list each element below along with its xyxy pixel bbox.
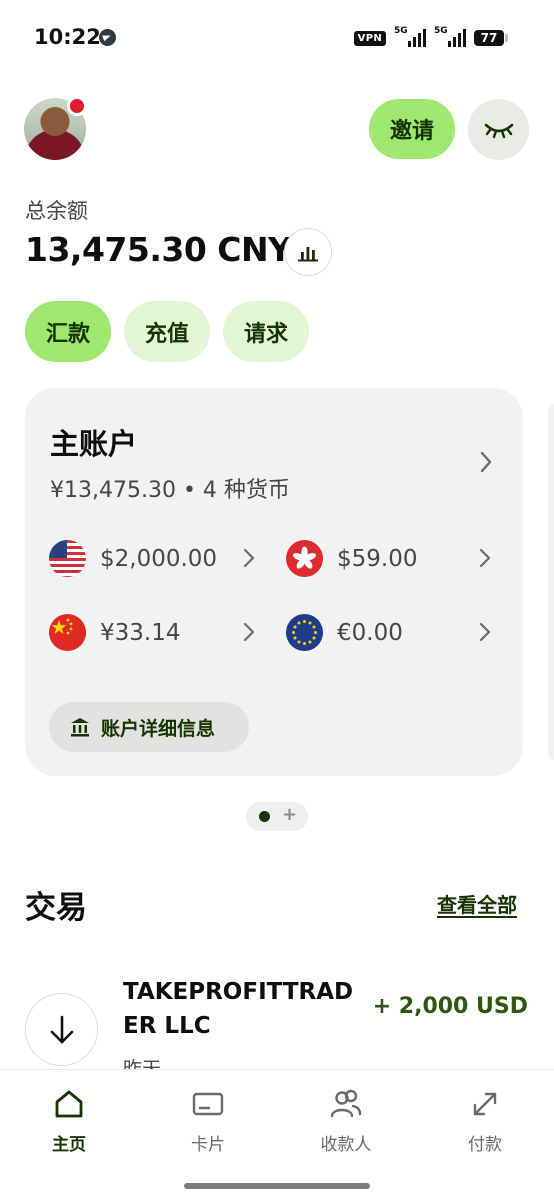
status-indicators: VPN 5G 5G 77 bbox=[353, 26, 508, 49]
nav-cards[interactable]: 卡片 bbox=[148, 1088, 268, 1155]
currency-cny[interactable]: ¥33.14 bbox=[49, 614, 180, 651]
signal-icon: 5G bbox=[394, 26, 426, 49]
bottom-nav: 主页 卡片 收款人 付款 bbox=[0, 1069, 554, 1200]
invite-button[interactable]: 邀请 bbox=[369, 99, 455, 159]
nav-label: 主页 bbox=[52, 1135, 86, 1155]
payments-icon bbox=[473, 1092, 497, 1116]
currency-eur[interactable]: €0.00 bbox=[286, 614, 403, 651]
transaction-date: 昨天 bbox=[123, 1058, 162, 1069]
hide-balance-button[interactable] bbox=[468, 99, 529, 160]
card-pager[interactable]: + bbox=[246, 802, 308, 831]
bar-chart-icon bbox=[298, 247, 318, 262]
nav-label: 付款 bbox=[468, 1135, 502, 1155]
notification-dot bbox=[67, 96, 87, 116]
eu-flag-icon bbox=[286, 614, 323, 651]
add-account-icon[interactable]: + bbox=[282, 804, 297, 825]
eye-closed-icon bbox=[484, 123, 513, 138]
chevron-right-icon bbox=[479, 548, 491, 568]
chevron-right-icon bbox=[243, 622, 255, 642]
arrow-down-icon bbox=[50, 1015, 73, 1043]
nav-label: 收款人 bbox=[320, 1135, 372, 1155]
status-bar: 10:22 VPN 5G 5G 77 bbox=[0, 0, 554, 75]
next-account-card[interactable] bbox=[548, 404, 554, 760]
card-icon bbox=[192, 1092, 224, 1116]
cn-flag-icon bbox=[49, 614, 86, 651]
account-title: 主账户 bbox=[50, 427, 138, 461]
signal-icon: 5G bbox=[434, 26, 466, 49]
recipients-icon bbox=[330, 1089, 362, 1118]
nav-label: 卡片 bbox=[191, 1135, 225, 1155]
bank-icon bbox=[71, 718, 89, 737]
chevron-right-icon bbox=[480, 451, 492, 473]
transaction-amount: + 2,000 USD bbox=[372, 994, 528, 1019]
home-icon bbox=[55, 1090, 83, 1118]
transaction-icon bbox=[25, 993, 98, 1066]
nav-home[interactable]: 主页 bbox=[9, 1088, 129, 1155]
pager-dot-active bbox=[259, 811, 270, 822]
currency-usd[interactable]: $2,000.00 bbox=[49, 540, 217, 577]
currency-amount: $2,000.00 bbox=[100, 545, 218, 572]
main-account-card[interactable]: 主账户 ¥13,475.30 • 4 种货币 $2,000.00 $59.00 … bbox=[25, 388, 523, 776]
transactions-title: 交易 bbox=[25, 890, 87, 926]
currency-amount: ¥33.14 bbox=[100, 619, 181, 646]
account-details-button[interactable]: 账户详细信息 bbox=[49, 702, 249, 752]
see-all-link[interactable]: 查看全部 bbox=[437, 889, 517, 918]
insights-button[interactable] bbox=[284, 228, 332, 276]
nav-payments[interactable]: 付款 bbox=[425, 1088, 545, 1155]
currency-amount: €0.00 bbox=[337, 619, 403, 646]
currency-amount: $59.00 bbox=[337, 545, 418, 572]
transaction-name[interactable]: TAKEPROFITTRADER LLC bbox=[123, 975, 363, 1043]
account-details-label: 账户详细信息 bbox=[101, 717, 216, 740]
send-button[interactable]: 汇款 bbox=[25, 301, 111, 362]
nav-recipients[interactable]: 收款人 bbox=[286, 1088, 406, 1155]
add-money-button[interactable]: 充值 bbox=[124, 301, 210, 362]
total-balance-label: 总余额 bbox=[25, 199, 88, 223]
vpn-badge: VPN bbox=[353, 30, 386, 46]
status-time: 10:22 bbox=[34, 25, 101, 49]
us-flag-icon bbox=[49, 540, 86, 577]
battery-icon: 77 bbox=[474, 30, 508, 46]
hk-flag-icon bbox=[286, 540, 323, 577]
chevron-right-icon bbox=[479, 622, 491, 642]
currency-hkd[interactable]: $59.00 bbox=[286, 540, 417, 577]
total-balance-value: 13,475.30 CNY bbox=[25, 230, 292, 269]
request-button[interactable]: 请求 bbox=[223, 301, 309, 362]
account-subtitle: ¥13,475.30 • 4 种货币 bbox=[50, 478, 290, 503]
home-indicator[interactable] bbox=[184, 1183, 370, 1189]
chevron-right-icon bbox=[243, 548, 255, 568]
telegram-icon bbox=[99, 29, 116, 46]
